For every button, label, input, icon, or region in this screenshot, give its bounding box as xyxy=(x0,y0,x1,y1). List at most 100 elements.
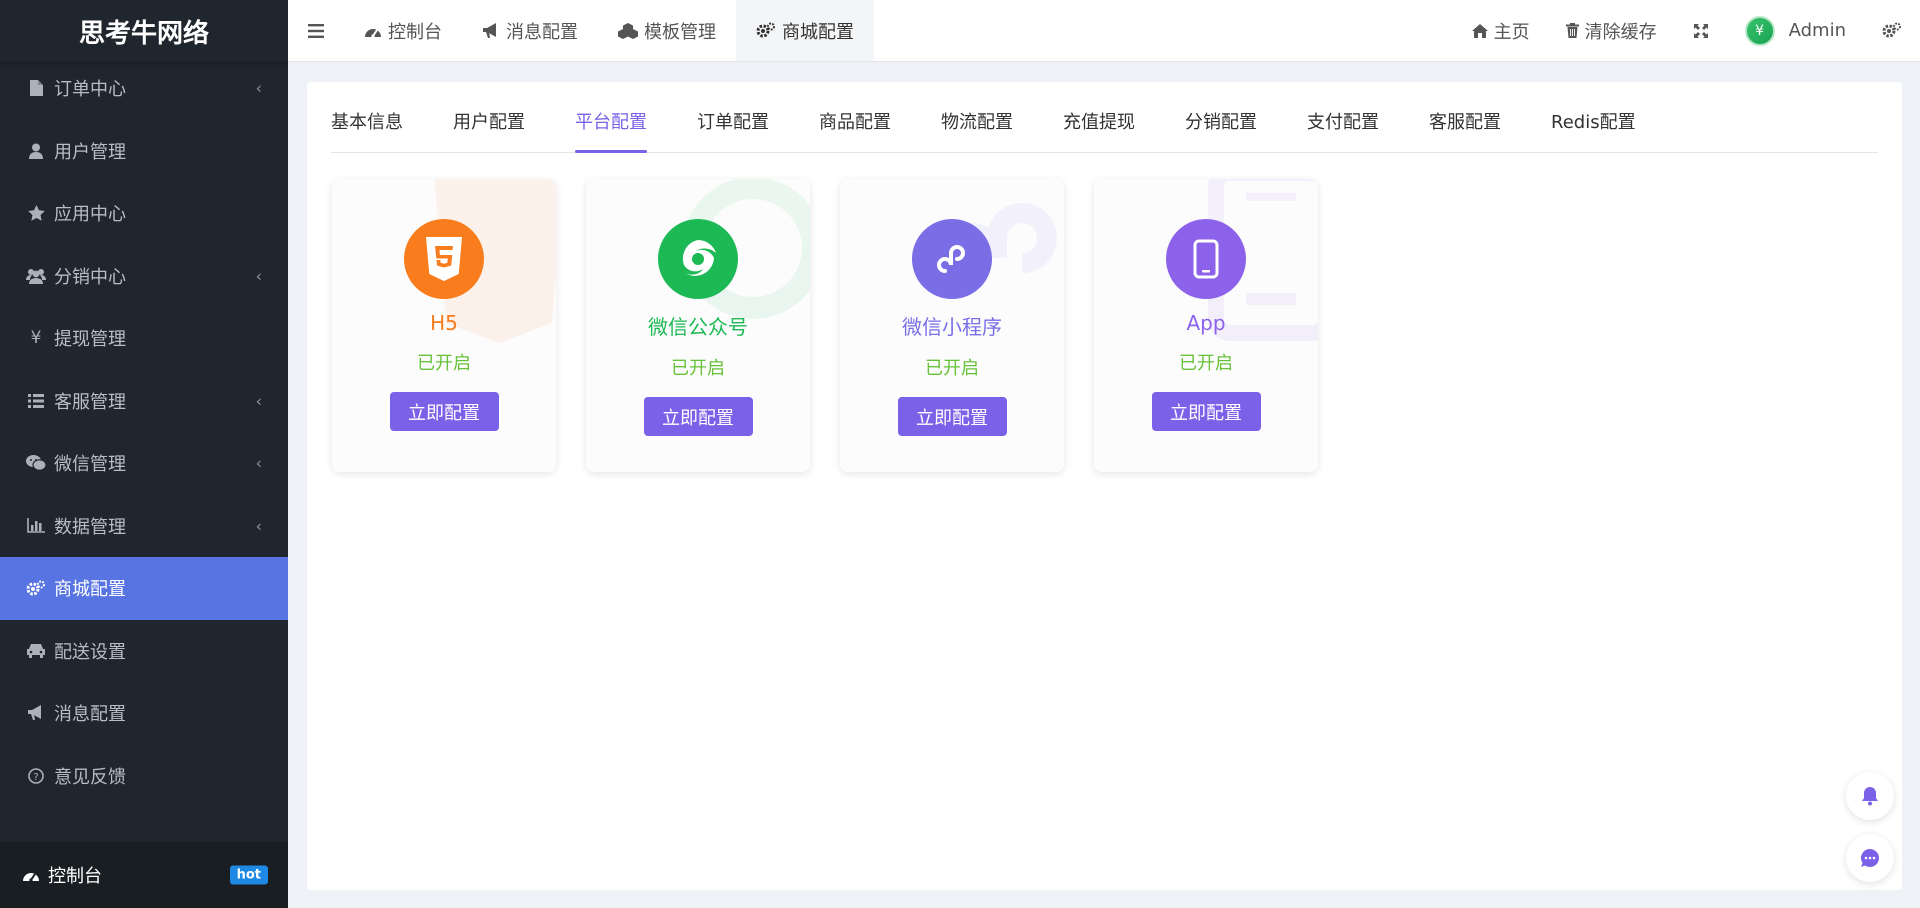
menu-toggle-button[interactable] xyxy=(288,0,344,61)
status-badge: 已开启 xyxy=(671,358,725,379)
yen-icon: ¥ xyxy=(30,328,42,349)
brand-name: 思考牛网络 xyxy=(78,18,209,49)
sidebar-item-withdrawal[interactable]: ¥ 提现管理 xyxy=(0,307,288,370)
sidebar-item-label: 用户管理 xyxy=(54,141,126,163)
cogs-icon xyxy=(756,22,775,38)
question-icon: ? xyxy=(26,767,46,784)
chevron-left-icon: ‹ xyxy=(255,453,262,473)
expand-icon xyxy=(1693,23,1708,38)
subtab-order-config[interactable]: 订单配置 xyxy=(697,108,769,152)
platform-card-miniprogram: 微信小程序 已开启 立即配置 xyxy=(840,179,1064,472)
platform-name: App xyxy=(1186,311,1226,335)
subtab-user-config[interactable]: 用户配置 xyxy=(453,108,525,152)
subtab-platform-config[interactable]: 平台配置 xyxy=(575,108,647,153)
subtab-recharge-withdraw[interactable]: 充值提现 xyxy=(1063,108,1135,152)
main-panel: 基本信息 用户配置 平台配置 订单配置 商品配置 物流配置 充值提现 分销配置 … xyxy=(307,82,1902,890)
subtab-product-config[interactable]: 商品配置 xyxy=(819,108,891,152)
hamburger-icon xyxy=(308,23,324,38)
sidebar-item-messages[interactable]: 消息配置 xyxy=(0,682,288,745)
home-label: 主页 xyxy=(1493,21,1530,43)
sidebar-item-label: 订单中心 xyxy=(54,79,126,101)
platform-card-wechat-official: 微信公众号 已开启 立即配置 xyxy=(586,179,810,472)
wechat-icon xyxy=(26,455,46,472)
platform-cards: H5 已开启 立即配置 微信公众号 已开启 立即配置 微信小程序 已开启 立即配… xyxy=(332,179,1318,472)
settings-button[interactable] xyxy=(1864,0,1920,61)
svg-text:?: ? xyxy=(33,772,38,783)
file-icon xyxy=(26,79,46,97)
tab-message-config[interactable]: 消息配置 xyxy=(462,0,598,61)
bullhorn-icon xyxy=(26,705,46,721)
star-icon xyxy=(26,205,46,222)
platform-name: 微信小程序 xyxy=(902,315,1002,339)
tab-mall-config[interactable]: 商城配置 xyxy=(736,0,874,61)
sidebar-item-label: 配送设置 xyxy=(54,641,126,663)
chevron-left-icon: ‹ xyxy=(255,516,262,536)
platform-card-h5: H5 已开启 立即配置 xyxy=(332,179,556,472)
wechat-official-icon xyxy=(658,219,738,299)
sidebar-item-label: 应用中心 xyxy=(54,204,126,226)
sidebar-item-orders[interactable]: 订单中心 ‹ xyxy=(0,57,288,120)
sidebar-item-label: 数据管理 xyxy=(54,516,126,538)
sidebar-item-delivery[interactable]: 配送设置 xyxy=(0,620,288,683)
subtab-logistics-config[interactable]: 物流配置 xyxy=(941,108,1013,152)
tab-template-management[interactable]: 模板管理 xyxy=(598,0,736,61)
sidebar-item-label: 消息配置 xyxy=(54,704,126,726)
cogs-icon xyxy=(26,580,46,597)
clear-cache-button[interactable]: 清除缓存 xyxy=(1548,0,1675,61)
dashboard-icon xyxy=(365,28,381,38)
sidebar-item-users[interactable]: 用户管理 xyxy=(0,120,288,183)
bell-icon xyxy=(1862,787,1878,806)
fullscreen-button[interactable] xyxy=(1675,0,1727,61)
sidebar-item-data[interactable]: 数据管理 ‹ xyxy=(0,495,288,558)
avatar: ¥ xyxy=(1744,15,1775,46)
sidebar-item-apps[interactable]: 应用中心 xyxy=(0,182,288,245)
status-badge: 已开启 xyxy=(417,353,471,374)
sidebar-item-distribution[interactable]: 分销中心 ‹ xyxy=(0,245,288,308)
sidebar-item-wechat[interactable]: 微信管理 ‹ xyxy=(0,432,288,495)
tab-dashboard[interactable]: 控制台 xyxy=(344,0,462,61)
home-link[interactable]: 主页 xyxy=(1454,0,1548,61)
sidebar-menu: 订单中心 ‹ 用户管理 应用中心 分销中心 ‹ ¥ 提现管理 客服管理 ‹ 微信… xyxy=(0,57,288,807)
sidebar-item-mall-config[interactable]: 商城配置 xyxy=(0,557,288,620)
configure-now-button[interactable]: 立即配置 xyxy=(897,397,1007,436)
brand-logo[interactable]: 思考牛网络 xyxy=(0,0,288,62)
chat-button[interactable] xyxy=(1846,834,1894,882)
user-icon xyxy=(26,143,46,159)
configure-now-button[interactable]: 立即配置 xyxy=(389,392,499,431)
sidebar-footer-dashboard[interactable]: 控制台 hot xyxy=(0,842,288,908)
tab-label: 控制台 xyxy=(388,21,442,43)
sidebar-item-label: 分销中心 xyxy=(54,266,126,288)
platform-card-app: App 已开启 立即配置 xyxy=(1094,179,1318,472)
cogs-icon xyxy=(1882,22,1901,38)
bullhorn-icon xyxy=(483,22,496,38)
bar-chart-icon xyxy=(26,518,46,534)
sidebar-item-label: 微信管理 xyxy=(54,454,126,476)
sidebar-item-service[interactable]: 客服管理 ‹ xyxy=(0,370,288,433)
chevron-left-icon: ‹ xyxy=(255,266,262,286)
trash-icon xyxy=(1565,23,1579,38)
subtab-service-config[interactable]: 客服配置 xyxy=(1429,108,1501,152)
subtab-distribution-config[interactable]: 分销配置 xyxy=(1185,108,1257,152)
configure-now-button[interactable]: 立即配置 xyxy=(1151,392,1261,431)
sidebar-item-feedback[interactable]: ? 意见反馈 xyxy=(0,745,288,808)
notification-button[interactable] xyxy=(1846,772,1894,820)
sidebar-item-label: 客服管理 xyxy=(54,391,126,413)
top-right-tools: 主页 清除缓存 ¥ Admin xyxy=(1454,0,1920,61)
platform-name: H5 xyxy=(430,311,458,335)
html5-icon xyxy=(404,219,484,299)
platform-name: 微信公众号 xyxy=(648,315,748,339)
subtab-redis-config[interactable]: Redis配置 xyxy=(1551,108,1636,152)
dashboard-icon xyxy=(22,868,40,882)
subtab-basic-info[interactable]: 基本信息 xyxy=(331,108,403,152)
user-menu[interactable]: ¥ Admin xyxy=(1727,0,1864,61)
miniprogram-icon xyxy=(912,219,992,299)
hot-badge: hot xyxy=(229,865,268,885)
subtab-payment-config[interactable]: 支付配置 xyxy=(1307,108,1379,152)
tab-label: 消息配置 xyxy=(506,21,578,43)
status-badge: 已开启 xyxy=(925,358,979,379)
configure-now-button[interactable]: 立即配置 xyxy=(643,397,753,436)
chevron-left-icon: ‹ xyxy=(255,391,262,411)
list-icon xyxy=(26,393,46,408)
sidebar-item-label: 意见反馈 xyxy=(54,766,126,788)
chat-icon xyxy=(1860,849,1879,867)
